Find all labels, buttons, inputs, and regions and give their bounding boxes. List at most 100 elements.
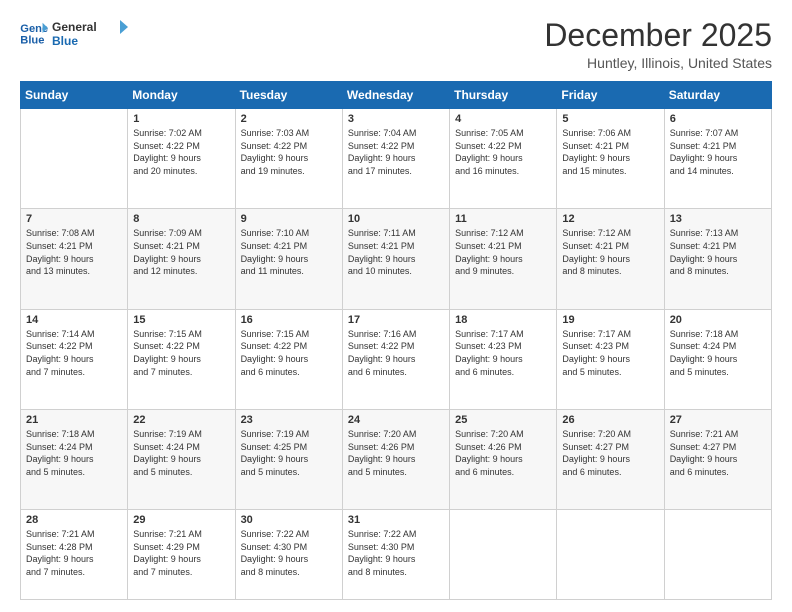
day-number: 15	[133, 314, 229, 326]
table-row	[21, 109, 128, 209]
day-info: Sunrise: 7:19 AM Sunset: 4:24 PM Dayligh…	[133, 428, 229, 478]
location: Huntley, Illinois, United States	[544, 55, 772, 71]
table-row	[664, 510, 771, 600]
day-number: 11	[455, 213, 551, 225]
table-row: 23Sunrise: 7:19 AM Sunset: 4:25 PM Dayli…	[235, 409, 342, 509]
day-number: 4	[455, 113, 551, 125]
header: General Blue General Blue December 2025 …	[20, 18, 772, 71]
day-info: Sunrise: 7:20 AM Sunset: 4:26 PM Dayligh…	[348, 428, 444, 478]
day-info: Sunrise: 7:03 AM Sunset: 4:22 PM Dayligh…	[241, 127, 337, 177]
col-saturday: Saturday	[664, 82, 771, 109]
day-info: Sunrise: 7:13 AM Sunset: 4:21 PM Dayligh…	[670, 227, 766, 277]
table-row: 31 Sunrise: 7:22 AM Sunset: 4:30 PM Dayli…	[342, 510, 449, 600]
day-number: 27	[670, 414, 766, 426]
table-row: 8 Sunrise: 7:09 AM Sunset: 4:21 PM Daylig…	[128, 209, 235, 309]
day-number: 25	[455, 414, 551, 426]
table-row: 22 Sunrise: 7:19 AM Sunset: 4:24 PM Dayli…	[128, 409, 235, 509]
table-row: 18 Sunrise: 7:17 AM Sunset: 4:23 PM Dayli…	[450, 309, 557, 409]
table-row	[557, 510, 664, 600]
table-row: 16 Sunrise: 7:15 AM Sunset: 4:22 PM Dayli…	[235, 309, 342, 409]
day-info: Sunrise: 7:02 AM Sunset: 4:22 PM Dayligh…	[133, 127, 229, 177]
svg-text:Blue: Blue	[52, 34, 78, 48]
table-row: 19 Sunrise: 7:17 AM Sunset: 4:23 PM Dayli…	[557, 309, 664, 409]
col-tuesday: Tuesday	[235, 82, 342, 109]
day-number: 8	[133, 213, 229, 225]
table-row: 5 Sunrise: 7:06 AM Sunset: 4:21 PM Daylig…	[557, 109, 664, 209]
day-info: Sunrise: 7:16 AM Sunset: 4:22 PM Dayligh…	[348, 328, 444, 378]
day-info: Sunrise: 7:15 AM Sunset: 4:22 PM Dayligh…	[133, 328, 229, 378]
day-number: 31	[348, 514, 444, 526]
day-info: Sunrise: 7:21 AM Sunset: 4:27 PM Dayligh…	[670, 428, 766, 478]
day-number: 13	[670, 213, 766, 225]
table-row: 15 Sunrise: 7:15 AM Sunset: 4:22 PM Dayli…	[128, 309, 235, 409]
title-block: December 2025 Huntley, Illinois, United …	[544, 18, 772, 71]
table-row: 3 Sunrise: 7:04 AM Sunset: 4:22 PM Daylig…	[342, 109, 449, 209]
day-info: Sunrise: 7:11 AM Sunset: 4:21 PM Dayligh…	[348, 227, 444, 277]
table-row: 2 Sunrise: 7:03 AM Sunset: 4:22 PM Daylig…	[235, 109, 342, 209]
day-number: 3	[348, 113, 444, 125]
day-info: Sunrise: 7:21 AM Sunset: 4:29 PM Dayligh…	[133, 528, 229, 578]
day-number: 22	[133, 414, 229, 426]
table-row: 20 Sunrise: 7:18 AM Sunset: 4:24 PM Dayli…	[664, 309, 771, 409]
col-wednesday: Wednesday	[342, 82, 449, 109]
day-info: Sunrise: 7:09 AM Sunset: 4:21 PM Dayligh…	[133, 227, 229, 277]
table-row: 27 Sunrise: 7:21 AM Sunset: 4:27 PM Dayli…	[664, 409, 771, 509]
day-number: 20	[670, 314, 766, 326]
table-row: 10 Sunrise: 7:11 AM Sunset: 4:21 PM Dayli…	[342, 209, 449, 309]
day-info: Sunrise: 7:07 AM Sunset: 4:21 PM Dayligh…	[670, 127, 766, 177]
svg-text:Blue: Blue	[20, 34, 44, 45]
day-info: Sunrise: 7:17 AM Sunset: 4:23 PM Dayligh…	[562, 328, 658, 378]
day-number: 6	[670, 113, 766, 125]
table-row: 30 Sunrise: 7:22 AM Sunset: 4:30 PM Dayli…	[235, 510, 342, 600]
table-row: 28Sunrise: 7:21 AM Sunset: 4:28 PM Dayli…	[21, 510, 128, 600]
day-info: Sunrise: 7:08 AM Sunset: 4:21 PM Dayligh…	[26, 227, 122, 277]
day-info: Sunrise: 7:15 AM Sunset: 4:22 PM Dayligh…	[241, 328, 337, 378]
day-number: 21	[26, 414, 122, 426]
day-info: Sunrise: 7:20 AM Sunset: 4:26 PM Dayligh…	[455, 428, 551, 478]
col-friday: Friday	[557, 82, 664, 109]
table-row: 11Sunrise: 7:12 AM Sunset: 4:21 PM Dayli…	[450, 209, 557, 309]
col-monday: Monday	[128, 82, 235, 109]
day-info: Sunrise: 7:18 AM Sunset: 4:24 PM Dayligh…	[670, 328, 766, 378]
day-info: Sunrise: 7:17 AM Sunset: 4:23 PM Dayligh…	[455, 328, 551, 378]
table-row: 24Sunrise: 7:20 AM Sunset: 4:26 PM Dayli…	[342, 409, 449, 509]
calendar-header-row: Sunday Monday Tuesday Wednesday Thursday…	[21, 82, 772, 109]
day-info: Sunrise: 7:06 AM Sunset: 4:21 PM Dayligh…	[562, 127, 658, 177]
table-row: 25 Sunrise: 7:20 AM Sunset: 4:26 PM Dayli…	[450, 409, 557, 509]
col-thursday: Thursday	[450, 82, 557, 109]
day-info: Sunrise: 7:19 AM Sunset: 4:25 PM Dayligh…	[241, 428, 337, 478]
logo-svg: General Blue	[52, 18, 132, 48]
day-info: Sunrise: 7:20 AM Sunset: 4:27 PM Dayligh…	[562, 428, 658, 478]
day-number: 9	[241, 213, 337, 225]
day-number: 2	[241, 113, 337, 125]
day-number: 14	[26, 314, 122, 326]
table-row: 4 Sunrise: 7:05 AM Sunset: 4:22 PM Daylig…	[450, 109, 557, 209]
day-info: Sunrise: 7:12 AM Sunset: 4:21 PM Dayligh…	[562, 227, 658, 277]
day-number: 12	[562, 213, 658, 225]
day-number: 10	[348, 213, 444, 225]
month-title: December 2025	[544, 18, 772, 53]
day-number: 5	[562, 113, 658, 125]
page: General Blue General Blue December 2025 …	[0, 0, 792, 612]
table-row: 9Sunrise: 7:10 AM Sunset: 4:21 PM Daylig…	[235, 209, 342, 309]
day-info: Sunrise: 7:22 AM Sunset: 4:30 PM Dayligh…	[348, 528, 444, 578]
table-row: 21 Sunrise: 7:18 AM Sunset: 4:24 PM Dayli…	[21, 409, 128, 509]
svg-text:General: General	[52, 20, 97, 34]
day-number: 30	[241, 514, 337, 526]
day-number: 16	[241, 314, 337, 326]
table-row: 14 Sunrise: 7:14 AM Sunset: 4:22 PM Dayli…	[21, 309, 128, 409]
table-row: 6 Sunrise: 7:07 AM Sunset: 4:21 PM Daylig…	[664, 109, 771, 209]
day-info: Sunrise: 7:21 AM Sunset: 4:28 PM Dayligh…	[26, 528, 122, 578]
table-row: 17Sunrise: 7:16 AM Sunset: 4:22 PM Dayli…	[342, 309, 449, 409]
day-info: Sunrise: 7:05 AM Sunset: 4:22 PM Dayligh…	[455, 127, 551, 177]
day-number: 19	[562, 314, 658, 326]
day-number: 18	[455, 314, 551, 326]
day-number: 29	[133, 514, 229, 526]
day-info: Sunrise: 7:14 AM Sunset: 4:22 PM Dayligh…	[26, 328, 122, 378]
day-info: Sunrise: 7:22 AM Sunset: 4:30 PM Dayligh…	[241, 528, 337, 578]
table-row	[450, 510, 557, 600]
logo: General Blue General Blue	[20, 18, 132, 48]
day-info: Sunrise: 7:18 AM Sunset: 4:24 PM Dayligh…	[26, 428, 122, 478]
calendar-table: Sunday Monday Tuesday Wednesday Thursday…	[20, 81, 772, 600]
day-info: Sunrise: 7:04 AM Sunset: 4:22 PM Dayligh…	[348, 127, 444, 177]
